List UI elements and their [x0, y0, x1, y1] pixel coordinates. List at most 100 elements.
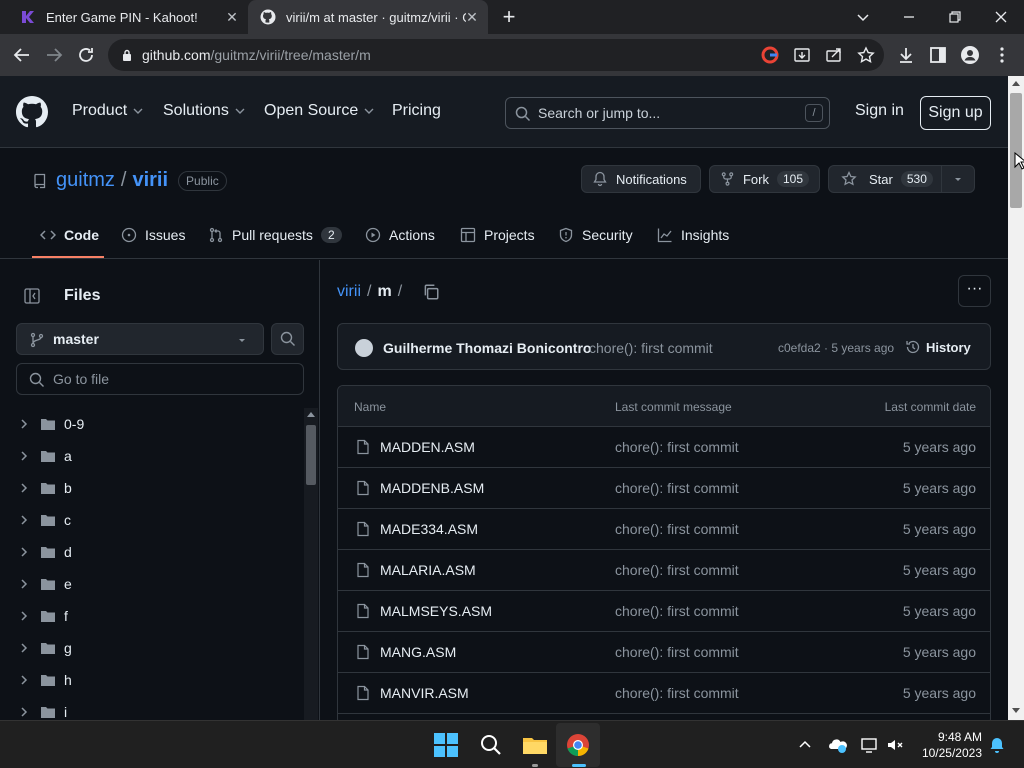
minimize-icon[interactable]: [898, 6, 920, 28]
chevron-right-icon[interactable]: [16, 544, 32, 560]
tree-item[interactable]: g: [16, 632, 296, 664]
share-icon[interactable]: [823, 44, 845, 66]
chevron-right-icon[interactable]: [16, 608, 32, 624]
notifications-button[interactable]: Notifications: [581, 165, 701, 193]
search-icon[interactable]: [475, 729, 507, 761]
branch-selector[interactable]: master: [16, 323, 264, 355]
star-dropdown-icon[interactable]: [953, 174, 963, 184]
file-name-link[interactable]: MADDENB.ASM: [380, 480, 484, 496]
scroll-up-arrow-icon[interactable]: [1012, 80, 1020, 86]
tree-item[interactable]: e: [16, 568, 296, 600]
scroll-up-arrow-icon[interactable]: [307, 411, 315, 417]
network-icon[interactable]: [860, 736, 878, 754]
chevron-right-icon[interactable]: [16, 512, 32, 528]
reload-icon[interactable]: [75, 44, 97, 66]
sidebar-scrollbar-thumb[interactable]: [306, 425, 316, 485]
tree-item[interactable]: h: [16, 664, 296, 696]
file-explorer-icon[interactable]: [519, 729, 551, 761]
more-options-button[interactable]: ···: [958, 275, 991, 307]
sign-up-button[interactable]: Sign up: [920, 96, 991, 130]
chevron-right-icon[interactable]: [16, 704, 32, 720]
close-tab-icon[interactable]: ✕: [224, 9, 240, 25]
tab-github[interactable]: virii/m at master · guitmz/virii · G ✕: [248, 0, 488, 34]
tab-projects[interactable]: Projects: [460, 227, 535, 243]
file-commit-message[interactable]: chore(): first commit: [615, 685, 739, 701]
fork-button[interactable]: Fork 105: [709, 165, 820, 193]
page-scrollbar-thumb[interactable]: [1010, 93, 1022, 208]
chevron-right-icon[interactable]: [16, 640, 32, 656]
new-tab-button[interactable]: +: [498, 6, 520, 28]
tree-item[interactable]: f: [16, 600, 296, 632]
chevron-right-icon[interactable]: [16, 576, 32, 592]
nav-open-source[interactable]: Open Source: [264, 102, 374, 120]
forward-icon[interactable]: [43, 44, 65, 66]
file-name-link[interactable]: MANVIR.ASM: [380, 685, 469, 701]
tree-item[interactable]: d: [16, 536, 296, 568]
file-commit-message[interactable]: chore(): first commit: [615, 521, 739, 537]
tab-code[interactable]: Code: [40, 227, 99, 243]
menu-kebab-icon[interactable]: [991, 44, 1013, 66]
repo-name-link[interactable]: virii: [132, 169, 168, 192]
history-button[interactable]: History: [905, 339, 971, 355]
avatar[interactable]: [355, 339, 373, 357]
scroll-down-arrow-icon[interactable]: [1012, 708, 1020, 714]
file-name-link[interactable]: MANG.ASM: [380, 644, 456, 660]
file-name-link[interactable]: MADE334.ASM: [380, 521, 478, 537]
windows-start-icon[interactable]: [430, 729, 462, 761]
breadcrumb-repo-link[interactable]: virii: [337, 283, 361, 301]
commit-meta[interactable]: c0efda2 · 5 years ago: [778, 341, 894, 355]
tab-security[interactable]: Security: [558, 227, 633, 243]
tab-search-icon[interactable]: [852, 6, 874, 28]
file-commit-message[interactable]: chore(): first commit: [615, 439, 739, 455]
file-name-link[interactable]: MALMSEYS.ASM: [380, 603, 492, 619]
chrome-icon[interactable]: [562, 729, 594, 761]
lock-icon[interactable]: [120, 48, 134, 62]
chevron-right-icon[interactable]: [16, 416, 32, 432]
tree-item[interactable]: b: [16, 472, 296, 504]
close-window-icon[interactable]: [990, 6, 1012, 28]
side-panel-icon[interactable]: [927, 44, 949, 66]
google-icon[interactable]: [759, 44, 781, 66]
file-name-link[interactable]: MALARIA.ASM: [380, 562, 476, 578]
chevron-right-icon[interactable]: [16, 448, 32, 464]
collapse-sidebar-icon[interactable]: [16, 280, 48, 312]
search-input[interactable]: Search or jump to... /: [505, 97, 830, 129]
tab-pull-requests[interactable]: Pull requests 2: [208, 227, 342, 243]
tree-item[interactable]: a: [16, 440, 296, 472]
notification-bell-icon[interactable]: [988, 736, 1006, 754]
sign-in-link[interactable]: Sign in: [855, 102, 904, 120]
file-commit-message[interactable]: chore(): first commit: [615, 480, 739, 496]
chevron-right-icon[interactable]: [16, 672, 32, 688]
commit-message[interactable]: chore(): first commit: [589, 340, 713, 356]
file-commit-message[interactable]: chore(): first commit: [615, 644, 739, 660]
restore-icon[interactable]: [944, 6, 966, 28]
file-commit-message[interactable]: chore(): first commit: [615, 562, 739, 578]
tree-item[interactable]: c: [16, 504, 296, 536]
system-clock[interactable]: 9:48 AM 10/25/2023: [914, 729, 982, 761]
go-to-file-input[interactable]: Go to file: [16, 363, 304, 395]
repo-owner-link[interactable]: guitmz: [56, 169, 115, 192]
chevron-up-icon[interactable]: [798, 738, 812, 752]
chevron-right-icon[interactable]: [16, 480, 32, 496]
github-logo-icon[interactable]: [16, 96, 48, 128]
back-icon[interactable]: [11, 44, 33, 66]
tab-kahoot[interactable]: Enter Game PIN - Kahoot! ✕: [8, 0, 248, 34]
download-icon[interactable]: [895, 44, 917, 66]
volume-muted-icon[interactable]: [886, 736, 904, 754]
onedrive-icon[interactable]: [828, 736, 848, 754]
tab-actions[interactable]: Actions: [365, 227, 435, 243]
tab-issues[interactable]: Issues: [121, 227, 185, 243]
copy-path-icon[interactable]: [422, 283, 440, 301]
nav-product[interactable]: Product: [72, 102, 143, 120]
tab-insights[interactable]: Insights: [657, 227, 729, 243]
file-name-link[interactable]: MADDEN.ASM: [380, 439, 475, 455]
bookmark-star-icon[interactable]: [855, 44, 877, 66]
search-files-button[interactable]: [271, 323, 304, 355]
commit-author[interactable]: Guilherme Thomazi Bonicontro: [383, 340, 591, 356]
star-button[interactable]: Star 530: [828, 165, 975, 193]
nav-solutions[interactable]: Solutions: [163, 102, 245, 120]
profile-icon[interactable]: [959, 44, 981, 66]
nav-pricing[interactable]: Pricing: [392, 102, 441, 120]
install-app-icon[interactable]: [791, 44, 813, 66]
tree-item[interactable]: 0-9: [16, 408, 296, 440]
